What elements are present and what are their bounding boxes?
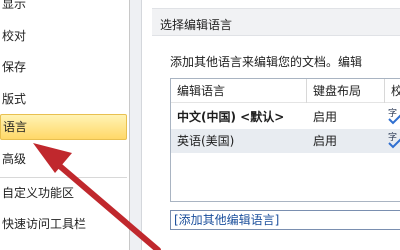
options-sidebar: 显示 校对 保存 版式 语言 高级 自定义功能区 快速访问工具栏 <box>0 0 130 250</box>
nav-divider <box>0 177 127 178</box>
nav-item-quick-access-toolbar[interactable]: 快速访问工具栏 <box>0 211 127 237</box>
language-cell: 英语(美国) <box>177 134 235 148</box>
nav-item-language[interactable]: 语言 <box>0 114 127 140</box>
proofing-check-icon: 字 <box>388 107 400 125</box>
keyboard-layout-cell: 启用 <box>313 134 338 148</box>
nav-item-display[interactable]: 显示 <box>0 0 127 17</box>
nav-item-advanced[interactable]: 高级 <box>0 146 127 172</box>
section-title: 选择编辑语言 <box>160 18 233 32</box>
nav-item-layout[interactable]: 版式 <box>0 86 127 112</box>
nav-item-customize-ribbon[interactable]: 自定义功能区 <box>0 180 127 206</box>
svg-text:字: 字 <box>388 131 397 143</box>
svg-text:字: 字 <box>388 107 397 119</box>
section-header: 选择编辑语言 <box>152 8 400 36</box>
nav-item-save[interactable]: 保存 <box>0 54 127 80</box>
panel-divider <box>130 0 142 250</box>
language-options-panel: 选择编辑语言 添加其他语言来编辑您的文档。编辑 编辑语言 键盘布局 校 中文(中… <box>142 0 400 250</box>
table-row[interactable]: 中文(中国) <默认> 启用 字 <box>171 105 400 129</box>
column-header-keyboard-layout[interactable]: 键盘布局 <box>307 79 385 103</box>
section-description: 添加其他语言来编辑您的文档。编辑 <box>170 55 363 69</box>
editing-language-table[interactable]: 编辑语言 键盘布局 校 中文(中国) <默认> 启用 字 英语(美国) 启用 字 <box>170 78 400 202</box>
table-row[interactable]: 英语(美国) 启用 字 <box>171 129 400 153</box>
column-header-proofing[interactable]: 校 <box>385 79 400 103</box>
column-header-editing-language[interactable]: 编辑语言 <box>171 79 307 103</box>
proofing-check-icon: 字 <box>388 131 400 149</box>
nav-item-proofing[interactable]: 校对 <box>0 23 127 49</box>
add-editing-language-dropdown[interactable]: [添加其他编辑语言] <box>170 210 400 230</box>
language-cell: 中文(中国) <默认> <box>177 110 285 124</box>
keyboard-layout-cell: 启用 <box>313 110 338 124</box>
